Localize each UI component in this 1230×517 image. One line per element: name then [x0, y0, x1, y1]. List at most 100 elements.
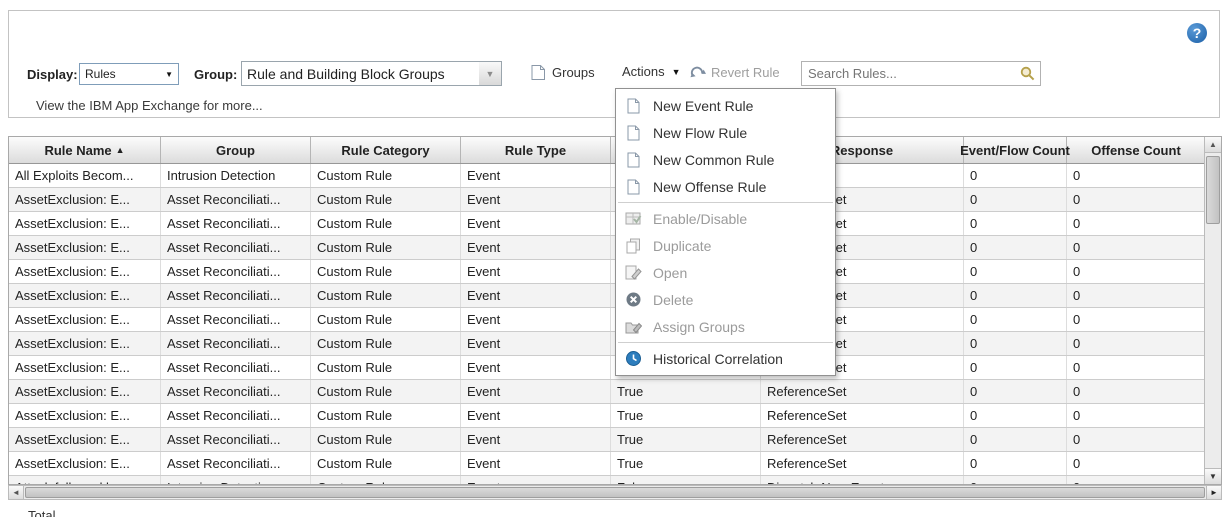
cell-group: Asset Reconciliati...: [161, 356, 311, 379]
chevron-down-icon: ▼: [160, 70, 178, 79]
menu-item-open[interactable]: Open: [616, 259, 835, 286]
menu-item-label: New Event Rule: [653, 98, 753, 114]
cell-rule-category: Custom Rule: [311, 284, 461, 307]
column-header-rule-type[interactable]: Rule Type: [461, 137, 611, 163]
actions-button[interactable]: Actions ▼: [622, 64, 681, 79]
cell-enabled: True: [611, 380, 761, 403]
menu-item-label: Duplicate: [653, 238, 711, 254]
table-row[interactable]: AssetExclusion: E...Asset Reconciliati..…: [9, 212, 1206, 236]
cell-offense-count: 0: [1067, 452, 1206, 475]
menu-item-new-offense-rule[interactable]: New Offense Rule: [616, 173, 835, 200]
column-header-label: Rule Name: [44, 143, 111, 158]
column-header-label: Rule Type: [505, 143, 566, 158]
cell-rule-type: Event: [461, 332, 611, 355]
scroll-down-icon[interactable]: ▼: [1205, 468, 1221, 484]
new-document-icon: [625, 124, 642, 141]
column-header-rule-category[interactable]: Rule Category: [311, 137, 461, 163]
display-select[interactable]: Rules ▼: [79, 63, 179, 85]
cell-offense-count: 0: [1067, 428, 1206, 451]
column-header-offense-count[interactable]: Offense Count: [1067, 137, 1206, 163]
table-row[interactable]: AssetExclusion: E...Asset Reconciliati..…: [9, 308, 1206, 332]
group-label: Group:: [194, 67, 237, 82]
group-input[interactable]: [241, 61, 480, 86]
horizontal-scrollbar[interactable]: ◄ ►: [8, 485, 1222, 500]
table-row[interactable]: AssetExclusion: E...Asset Reconciliati..…: [9, 356, 1206, 380]
scroll-left-icon[interactable]: ◄: [9, 486, 24, 499]
cell-rule-name: AssetExclusion: E...: [9, 212, 161, 235]
cell-rule-name: AssetExclusion: E...: [9, 380, 161, 403]
menu-item-new-common-rule[interactable]: New Common Rule: [616, 146, 835, 173]
cell-offense-count: 0: [1067, 212, 1206, 235]
menu-item-label: Open: [653, 265, 687, 281]
cell-event-flow-count: 0: [964, 428, 1067, 451]
chevron-down-icon: ▼: [672, 67, 681, 77]
cell-rule-type: Event: [461, 428, 611, 451]
table-row[interactable]: AssetExclusion: E...Asset Reconciliati..…: [9, 332, 1206, 356]
search-icon[interactable]: [1020, 66, 1035, 81]
groups-button[interactable]: Groups: [530, 64, 595, 81]
app-exchange-link[interactable]: View the IBM App Exchange for more...: [36, 98, 263, 113]
toolbar-panel: ? Display: Rules ▼ Group: ▼ Groups Actio…: [8, 10, 1220, 118]
column-header-event-flow-count[interactable]: Event/Flow Count: [964, 137, 1067, 163]
table-row[interactable]: AssetExclusion: E...Asset Reconciliati..…: [9, 380, 1206, 404]
cell-rule-name: AssetExclusion: E...: [9, 404, 161, 427]
cell-offense-count: 0: [1067, 404, 1206, 427]
cell-event-flow-count: 0: [964, 308, 1067, 331]
menu-item-label: New Common Rule: [653, 152, 774, 168]
cell-event-flow-count: 0: [964, 404, 1067, 427]
table-row[interactable]: AssetExclusion: E...Asset Reconciliati..…: [9, 404, 1206, 428]
vertical-scrollbar[interactable]: ▲ ▼: [1204, 137, 1221, 484]
menu-item-historical-correlation[interactable]: Historical Correlation: [616, 345, 835, 372]
table-row[interactable]: AssetExclusion: E...Asset Reconciliati..…: [9, 452, 1206, 476]
menu-item-new-flow-rule[interactable]: New Flow Rule: [616, 119, 835, 146]
cell-rule-type: Event: [461, 284, 611, 307]
actions-menu: New Event Rule New Flow Rule New Common Ru…: [615, 88, 836, 376]
menu-item-enable-disable[interactable]: Enable/Disable: [616, 205, 835, 232]
search-input[interactable]: [802, 66, 1020, 81]
footer-partial-text: Total: [28, 508, 55, 517]
cell-rule-name: AssetExclusion: E...: [9, 188, 161, 211]
scroll-right-icon[interactable]: ►: [1206, 486, 1221, 499]
assign-groups-icon: [625, 318, 642, 335]
cell-group: Asset Reconciliati...: [161, 308, 311, 331]
cell-rule-type: Event: [461, 260, 611, 283]
search-box: [801, 61, 1041, 86]
group-dropdown-button[interactable]: ▼: [479, 61, 502, 86]
cell-rule-name: AssetExclusion: E...: [9, 284, 161, 307]
cell-offense-count: 0: [1067, 284, 1206, 307]
menu-item-label: New Offense Rule: [653, 179, 766, 195]
table-row[interactable]: AssetExclusion: E...Asset Reconciliati..…: [9, 188, 1206, 212]
column-header-rule-name[interactable]: Rule Name▲: [9, 137, 161, 163]
cell-rule-name: AssetExclusion: E...: [9, 356, 161, 379]
cell-event-flow-count: 0: [964, 284, 1067, 307]
table-row[interactable]: Attack followed by...Intrusion Detection…: [9, 476, 1206, 485]
table-row[interactable]: AssetExclusion: E...Asset Reconciliati..…: [9, 428, 1206, 452]
delete-icon: [625, 291, 642, 308]
cell-group: Asset Reconciliati...: [161, 236, 311, 259]
menu-item-duplicate[interactable]: Duplicate: [616, 232, 835, 259]
horizontal-scroll-thumb[interactable]: [25, 487, 1205, 498]
cell-rule-category: Custom Rule: [311, 404, 461, 427]
menu-item-label: New Flow Rule: [653, 125, 747, 141]
menu-item-assign-groups[interactable]: Assign Groups: [616, 313, 835, 340]
menu-item-delete[interactable]: Delete: [616, 286, 835, 313]
revert-rule-label: Revert Rule: [711, 65, 780, 80]
cell-rule-type: Event: [461, 356, 611, 379]
open-icon: [625, 264, 642, 281]
cell-group: Asset Reconciliati...: [161, 380, 311, 403]
vertical-scroll-thumb[interactable]: [1206, 156, 1220, 224]
historical-correlation-icon: [625, 350, 642, 367]
column-header-label: Rule Category: [341, 143, 429, 158]
cell-rule-category: Custom Rule: [311, 452, 461, 475]
table-row[interactable]: AssetExclusion: E...Asset Reconciliati..…: [9, 284, 1206, 308]
scroll-up-icon[interactable]: ▲: [1205, 137, 1221, 153]
help-icon[interactable]: ?: [1187, 23, 1207, 43]
cell-offense-count: 0: [1067, 260, 1206, 283]
table-row[interactable]: AssetExclusion: E...Asset Reconciliati..…: [9, 236, 1206, 260]
menu-divider: [618, 342, 833, 343]
menu-item-new-event-rule[interactable]: New Event Rule: [616, 92, 835, 119]
column-header-group[interactable]: Group: [161, 137, 311, 163]
table-row[interactable]: All Exploits Becom...Intrusion Detection…: [9, 164, 1206, 188]
table-row[interactable]: AssetExclusion: E...Asset Reconciliati..…: [9, 260, 1206, 284]
revert-rule-button[interactable]: Revert Rule: [689, 64, 780, 81]
